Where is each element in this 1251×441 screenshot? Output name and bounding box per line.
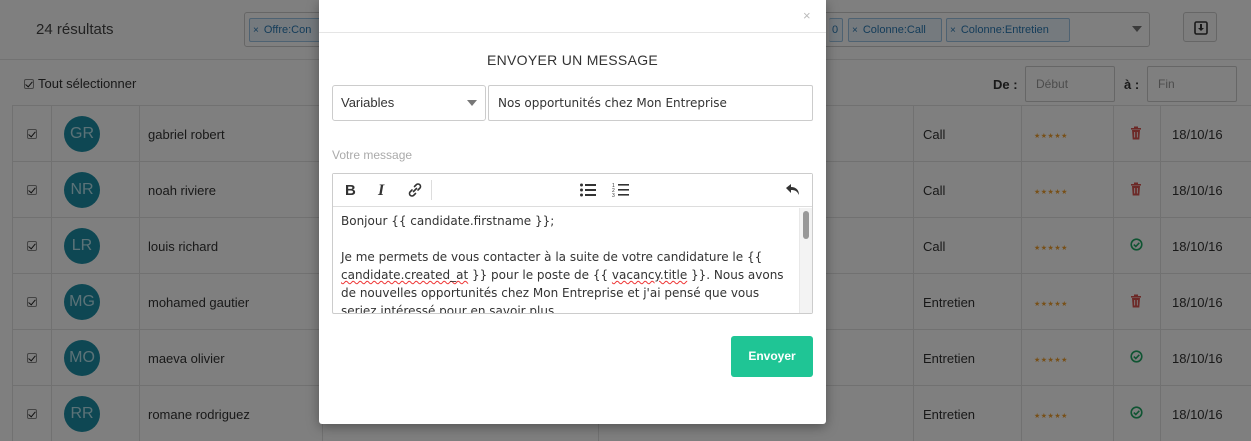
message-label: Votre message <box>332 148 413 162</box>
editor-scrollbar[interactable] <box>799 208 812 313</box>
send-message-modal: × ENVOYER UN MESSAGE Variables Nos oppor… <box>319 0 826 424</box>
close-icon[interactable]: × <box>803 8 811 23</box>
svg-text:3: 3 <box>612 193 615 199</box>
undo-icon[interactable] <box>782 180 802 200</box>
chevron-down-icon <box>467 100 477 106</box>
numbered-list-icon[interactable]: 123 <box>612 180 630 200</box>
scrollbar-thumb[interactable] <box>803 211 809 239</box>
link-icon[interactable] <box>406 180 424 200</box>
message-editor: B I 123 Bonjour {{candidate.firstname}… <box>332 173 813 314</box>
variables-select[interactable]: Variables <box>332 85 486 121</box>
subject-input[interactable]: Nos opportunités chez Mon Entreprise <box>488 85 813 121</box>
svg-text:I: I <box>377 182 385 199</box>
bullet-list-icon[interactable] <box>579 180 597 200</box>
italic-icon[interactable]: I <box>376 180 390 200</box>
message-body[interactable]: Bonjour {{ candidate.firstname }}; Je me… <box>333 208 798 313</box>
send-button[interactable]: Envoyer <box>731 336 813 377</box>
modal-title: ENVOYER UN MESSAGE <box>486 52 659 68</box>
svg-text:B: B <box>345 182 356 199</box>
bold-icon[interactable]: B <box>344 180 358 200</box>
editor-toolbar: B I 123 <box>333 174 812 207</box>
